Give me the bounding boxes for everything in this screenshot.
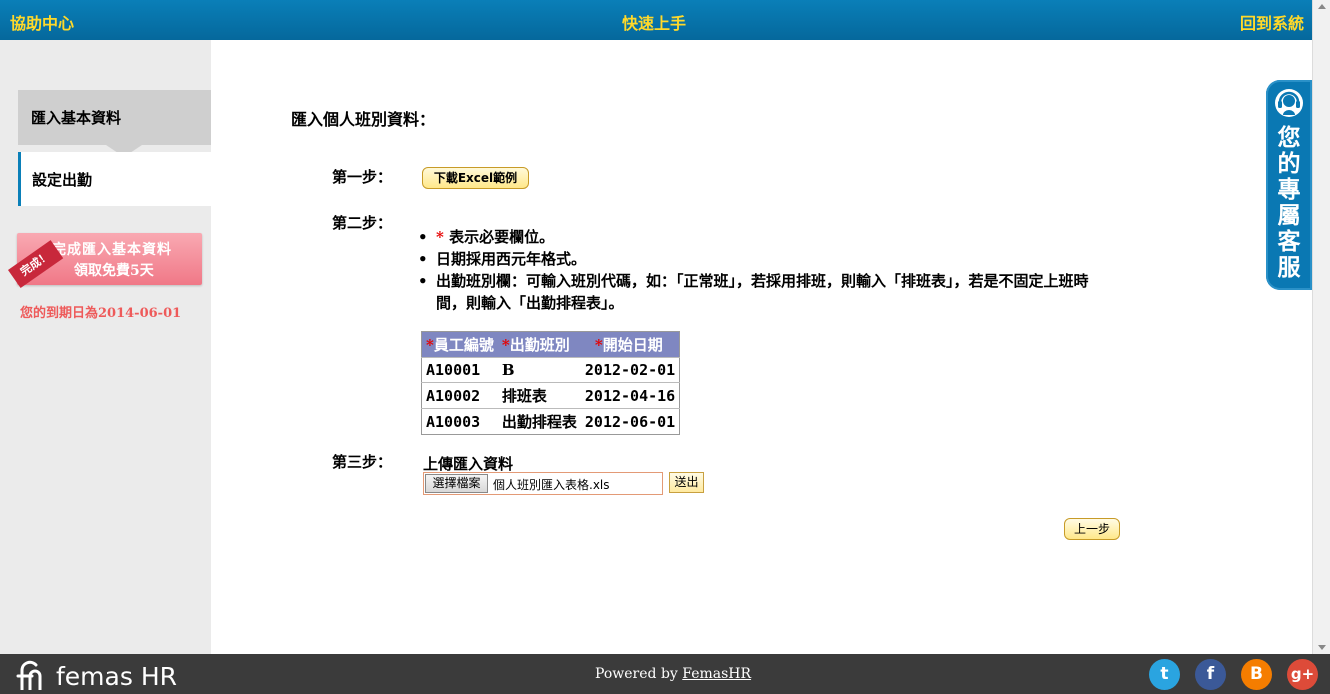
table-cell: 2012-04-16 (580, 382, 680, 409)
rules-list: * 表示必要欄位。 日期採用西元年格式。 出勤班別欄：可輸入班別代碼，如：「正常… (416, 226, 1116, 314)
sidebar-item-attendance-settings[interactable]: 設定出勤 (18, 152, 211, 206)
upload-label: 上傳匯入資料 (423, 455, 514, 473)
logo-text: femas HR (56, 662, 177, 691)
help-center-link[interactable]: 協助中心 (10, 10, 74, 34)
table-cell: B (497, 357, 581, 383)
table-cell: 2012-02-01 (580, 357, 680, 383)
file-input[interactable]: 選擇檔案 個人班別匯入表格.xls (423, 472, 663, 495)
customer-service-label: 您 的 專 屬 客 服 (1277, 125, 1301, 281)
sidebar: 匯入基本資料 設定出勤 完成匯入基本資料 領取免費5天 完成！ 您的到期日為20… (0, 40, 211, 654)
back-to-system-link[interactable]: 回到系統 (1240, 10, 1304, 34)
facebook-icon[interactable]: f (1195, 659, 1226, 690)
previous-step-button[interactable]: 上一步 (1064, 518, 1120, 540)
customer-service-tab[interactable]: 您 的 專 屬 客 服 (1266, 80, 1312, 290)
powered-by-text: Powered by FemasHR (595, 666, 752, 682)
google-plus-icon[interactable]: g+ (1287, 659, 1318, 690)
table-row: A10003 出勤排程表 2012-06-01 (421, 408, 680, 435)
step-2-label: 第二步： (332, 214, 393, 232)
rule-text: 出勤班別欄：可輸入班別代碼，如：「正常班」，若採用排班，則輸入「排班表」，若是不… (436, 272, 1089, 312)
quick-start-title: 快速上手 (622, 14, 687, 33)
step-1-label: 第一步： (332, 168, 393, 186)
rule-text: 表示必要欄位。 (443, 228, 555, 246)
choose-file-button[interactable]: 選擇檔案 (425, 474, 488, 493)
expiry-date-text: 您的到期日為2014-06-01 (20, 306, 182, 321)
column-header-start-date: *開始日期 (580, 331, 680, 358)
selected-file-name: 個人班別匯入表格.xls (493, 478, 610, 492)
promo-line-2: 領取免費5天 (74, 263, 154, 279)
table-cell: 排班表 (497, 382, 581, 409)
table-cell: A10003 (421, 408, 498, 435)
sidebar-item-import-basic-data[interactable]: 匯入基本資料 (18, 90, 211, 157)
download-excel-sample-button[interactable]: 下載Excel範例 (422, 167, 529, 189)
list-item: 出勤班別欄：可輸入班別代碼，如：「正常班」，若採用排班，則輸入「排班表」，若是不… (416, 270, 1116, 314)
top-bar: 協助中心 快速上手 回到系統 (0, 0, 1312, 40)
list-item: 日期採用西元年格式。 (416, 248, 1116, 270)
sample-table: *員工編號 *出勤班別 *開始日期 A10001 B 2012-02-01 A1… (421, 331, 681, 435)
table-cell: 2012-06-01 (580, 408, 680, 435)
blogger-icon[interactable]: B (1241, 659, 1272, 690)
femas-logo-icon (16, 660, 42, 692)
femas-hr-logo: femas HR (16, 658, 177, 692)
femashr-link[interactable]: FemasHR (682, 666, 751, 682)
scroll-down-icon[interactable] (1318, 645, 1326, 650)
step-3-label: 第三步： (332, 453, 393, 471)
sidebar-item-label: 匯入基本資料 (31, 109, 122, 127)
list-item: * 表示必要欄位。 (416, 226, 1116, 248)
table-cell: A10001 (421, 357, 498, 383)
table-cell: 出勤排程表 (497, 408, 581, 435)
submit-button[interactable]: 送出 (669, 472, 704, 493)
page-title: 匯入個人班別資料： (291, 110, 436, 129)
column-header-employee-id: *員工編號 (421, 331, 498, 358)
column-header-shift: *出勤班別 (497, 331, 581, 358)
scroll-up-icon[interactable] (1318, 4, 1326, 9)
table-header-row: *員工編號 *出勤班別 *開始日期 (421, 331, 680, 358)
main-content: 匯入個人班別資料： 第一步： 下載Excel範例 第二步： * 表示必要欄位。 … (211, 40, 1312, 654)
sidebar-item-label: 設定出勤 (32, 171, 93, 189)
table-cell: A10002 (421, 382, 498, 409)
rule-text: 日期採用西元年格式。 (436, 250, 587, 268)
table-row: A10001 B 2012-02-01 (421, 357, 680, 383)
vertical-scrollbar[interactable] (1312, 0, 1330, 654)
twitter-icon[interactable]: t (1149, 659, 1180, 690)
headset-icon (1275, 89, 1303, 117)
table-row: A10002 排班表 2012-04-16 (421, 382, 680, 409)
footer: femas HR Powered by FemasHR t f B g+ (0, 654, 1330, 694)
required-marker: * (436, 228, 444, 246)
promo-line-1: 完成匯入基本資料 (52, 242, 172, 258)
